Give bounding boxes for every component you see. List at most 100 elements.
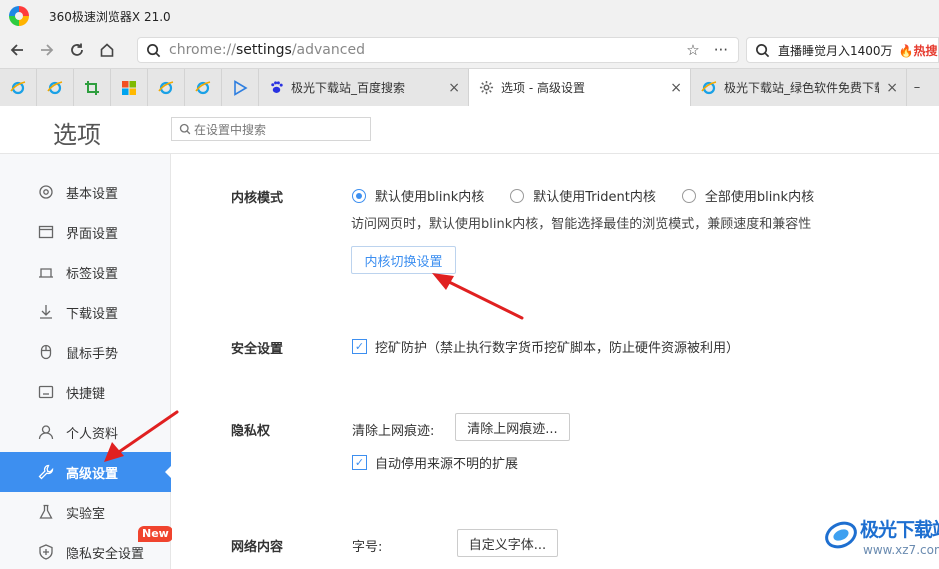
- sidebar-item-basic[interactable]: 基本设置: [0, 172, 171, 212]
- kernel-switch-button[interactable]: 内核切换设置: [351, 246, 456, 274]
- sidebar-item-privacy-security[interactable]: 隐私安全设置 New: [0, 526, 173, 569]
- sidebar-item-advanced[interactable]: 高级设置: [0, 452, 171, 492]
- close-icon[interactable]: ×: [670, 80, 682, 96]
- watermark-url: www.xz7.com: [863, 543, 939, 557]
- wrench-icon: [38, 464, 54, 480]
- clear-traces-button[interactable]: 清除上网痕迹...: [455, 413, 570, 441]
- sidebar-item-label: 个人资料: [66, 426, 119, 442]
- pinned-tab[interactable]: [111, 69, 148, 106]
- windows-logo-icon: [122, 80, 136, 95]
- section-title-web-content: 网络内容: [231, 540, 284, 555]
- bookmark-star-icon[interactable]: ☆: [686, 41, 699, 59]
- pinned-tab[interactable]: [185, 69, 222, 106]
- search-icon: [179, 123, 191, 135]
- window-title: 360极速浏览器X 21.0: [49, 9, 171, 24]
- sidebar-item-label: 快捷键: [66, 386, 106, 402]
- kernel-radio-group: 默认使用blink内核 默认使用Trident内核 全部使用blink内核: [352, 186, 840, 205]
- settings-sidebar: 基本设置 界面设置 标签设置 下载设置 鼠标手势 快捷键 个人资料 高级设置 实…: [0, 154, 173, 569]
- address-bar[interactable]: chrome://settings/advanced ☆ ···: [137, 37, 739, 63]
- hot-search-tag: 热搜: [913, 43, 938, 58]
- section-title-privacy: 隐私权: [231, 424, 271, 439]
- sidebar-item-download[interactable]: 下载设置: [0, 292, 171, 332]
- sidebar-item-interface[interactable]: 界面设置: [0, 212, 171, 252]
- new-badge: New: [138, 526, 173, 542]
- settings-content: 内核模式 默认使用blink内核 默认使用Trident内核 全部使用blink…: [172, 154, 939, 569]
- download-icon: [38, 304, 54, 320]
- shield-icon: [38, 544, 54, 560]
- radio-label[interactable]: 全部使用blink内核: [705, 186, 814, 205]
- jiguang-logo-icon: [825, 521, 857, 549]
- gear-icon: [38, 184, 54, 200]
- radio-label[interactable]: 默认使用blink内核: [375, 186, 484, 205]
- home-button[interactable]: [96, 39, 118, 61]
- sidebar-item-mouse-gesture[interactable]: 鼠标手势: [0, 332, 171, 372]
- address-bar-actions: ☆ ···: [686, 41, 728, 59]
- pinned-tab[interactable]: [0, 69, 37, 106]
- radio-trident-default[interactable]: [510, 188, 525, 203]
- mining-protection-checkbox[interactable]: ✓: [352, 339, 367, 354]
- sidebar-item-shortcuts[interactable]: 快捷键: [0, 372, 171, 412]
- ie-logo-icon: [10, 80, 26, 94]
- radio-label[interactable]: 默认使用Trident内核: [533, 186, 656, 205]
- title-bar: 360极速浏览器X 21.0: [0, 0, 939, 32]
- settings-search-input[interactable]: 在设置中搜索: [171, 117, 371, 141]
- mining-protection-option[interactable]: ✓ 挖矿防护（禁止执行数字货币挖矿脚本，防止硬件资源被利用）: [352, 337, 739, 356]
- flask-icon: [38, 504, 54, 520]
- sidebar-item-profile[interactable]: 个人资料: [0, 412, 171, 452]
- hot-search-text: 直播睡觉月入1400万: [778, 43, 893, 58]
- ie-logo-icon: [701, 80, 717, 94]
- tab-jiguang-download[interactable]: 极光下载站_绿色软件免费下载 ×: [691, 69, 907, 106]
- tab-settings-advanced[interactable]: 选项 - 高级设置 ×: [469, 69, 691, 106]
- close-icon[interactable]: ×: [448, 80, 460, 96]
- pinned-tab[interactable]: [148, 69, 185, 106]
- checkbox-label: 自动停用来源不明的扩展: [375, 457, 519, 472]
- tab-label: 选项 - 高级设置: [501, 81, 585, 95]
- page-title: 选项: [53, 121, 101, 149]
- pinned-tab[interactable]: [37, 69, 74, 106]
- tab-strip: 极光下载站_百度搜索 × 选项 - 高级设置 × 极光下载站_绿色软件免费下载 …: [0, 68, 939, 106]
- search-icon: [147, 43, 161, 57]
- sidebar-item-label: 实验室: [66, 506, 106, 522]
- sidebar-item-label: 界面设置: [66, 226, 119, 242]
- user-icon: [38, 424, 54, 440]
- more-options-icon[interactable]: ···: [714, 41, 728, 59]
- settings-header: 选项 在设置中搜索: [0, 106, 939, 154]
- search-icon: [756, 43, 770, 57]
- sidebar-item-label: 鼠标手势: [66, 346, 119, 362]
- radio-blink-all[interactable]: [681, 188, 696, 203]
- reload-icon: [71, 43, 83, 56]
- radio-blink-default[interactable]: [352, 188, 366, 203]
- new-tab-button[interactable]: –: [907, 69, 927, 106]
- arrow-left-icon: [10, 44, 23, 56]
- url-text: chrome://settings/advanced: [169, 42, 365, 58]
- home-icon: [100, 43, 114, 57]
- forward-button[interactable]: [36, 39, 58, 61]
- tab-baidu-search[interactable]: 极光下载站_百度搜索 ×: [259, 69, 469, 106]
- disable-unknown-extensions-checkbox[interactable]: ✓: [352, 455, 367, 470]
- section-title-kernel: 内核模式: [231, 191, 284, 206]
- back-button[interactable]: [6, 39, 28, 61]
- reload-button[interactable]: [66, 39, 88, 61]
- sidebar-item-label: 标签设置: [66, 266, 119, 282]
- arrow-right-icon: [41, 44, 54, 56]
- mouse-icon: [38, 344, 54, 360]
- search-placeholder: 在设置中搜索: [194, 122, 267, 137]
- clear-traces-label: 清除上网痕迹:: [352, 424, 435, 439]
- play-icon: [234, 79, 248, 96]
- checkbox-label: 挖矿防护（禁止执行数字货币挖矿脚本，防止硬件资源被利用）: [375, 341, 740, 356]
- minus-icon: –: [913, 80, 921, 95]
- navigation-bar: chrome://settings/advanced ☆ ··· 直播睡觉月入1…: [0, 32, 939, 68]
- kernel-hint: 访问网页时，默认使用blink内核，智能选择最佳的浏览模式，兼顾速度和兼容性: [351, 217, 812, 232]
- close-icon[interactable]: ×: [886, 80, 898, 96]
- custom-font-button[interactable]: 自定义字体...: [457, 529, 558, 557]
- disable-unknown-extensions-option[interactable]: ✓ 自动停用来源不明的扩展: [352, 453, 518, 472]
- url-path: /advanced: [291, 42, 365, 58]
- sidebar-item-label: 基本设置: [66, 186, 119, 202]
- pinned-tab[interactable]: [222, 69, 259, 106]
- pinned-tab[interactable]: [74, 69, 111, 106]
- tab-label: 极光下载站_百度搜索: [291, 81, 406, 95]
- hot-search-box[interactable]: 直播睡觉月入1400万 🔥热搜: [746, 37, 939, 63]
- gear-icon: [479, 80, 494, 95]
- sidebar-item-tabs[interactable]: 标签设置: [0, 252, 171, 292]
- ie-logo-icon: [195, 80, 211, 94]
